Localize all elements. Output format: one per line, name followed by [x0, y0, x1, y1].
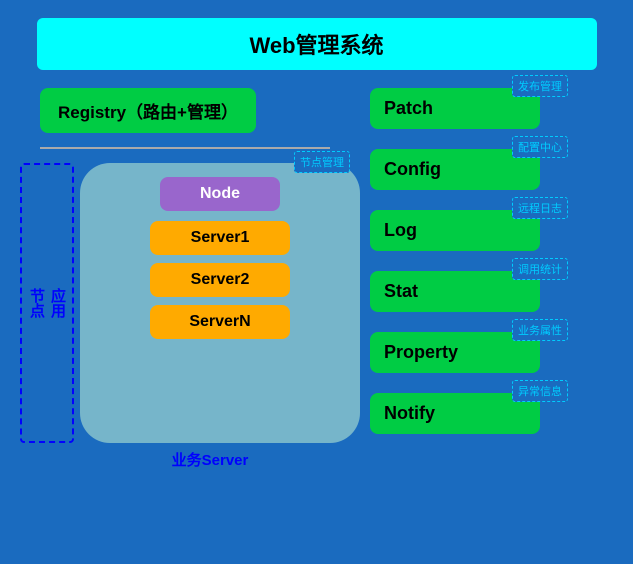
app-outer: 应用节点 节点管理 Node Server1 Server2 ServerN — [20, 163, 360, 443]
stat-tag: 调用统计 — [512, 258, 568, 280]
divider — [40, 147, 330, 149]
patch-tag: 发布管理 — [512, 75, 568, 97]
service-log: 远程日志 Log — [370, 210, 570, 251]
notify-tag: 异常信息 — [512, 380, 568, 402]
business-server-label: 业务Server — [60, 449, 360, 470]
service-property: 业务属性 Property — [370, 332, 570, 373]
service-patch: 发布管理 Patch — [370, 88, 570, 129]
service-stat: 调用统计 Stat — [370, 271, 570, 312]
right-panel: 发布管理 Patch 配置中心 Config 远程日志 Log 调用统计 Sta… — [370, 88, 570, 470]
registry-box: Registry（路由+管理） — [40, 88, 256, 133]
node-container: 节点管理 Node Server1 Server2 ServerN — [80, 163, 360, 443]
node-mgmt-label: 节点管理 — [294, 151, 350, 173]
content-area: Registry（路由+管理） 应用节点 节点管理 Node Server1 S… — [20, 88, 613, 470]
serverN-box: ServerN — [150, 305, 290, 339]
app-node-label: 应用节点 — [20, 163, 74, 443]
property-tag: 业务属性 — [512, 319, 568, 341]
service-notify: 异常信息 Notify — [370, 393, 570, 434]
server2-box: Server2 — [150, 263, 290, 297]
service-config: 配置中心 Config — [370, 149, 570, 190]
log-tag: 远程日志 — [512, 197, 568, 219]
page-title: Web管理系统 — [37, 18, 597, 70]
server1-box: Server1 — [150, 221, 290, 255]
node-box: Node — [160, 177, 280, 211]
config-tag: 配置中心 — [512, 136, 568, 158]
left-panel: Registry（路由+管理） 应用节点 节点管理 Node Server1 S… — [20, 88, 360, 470]
main-container: Web管理系统 Registry（路由+管理） 应用节点 节点管理 Node S… — [0, 0, 633, 564]
